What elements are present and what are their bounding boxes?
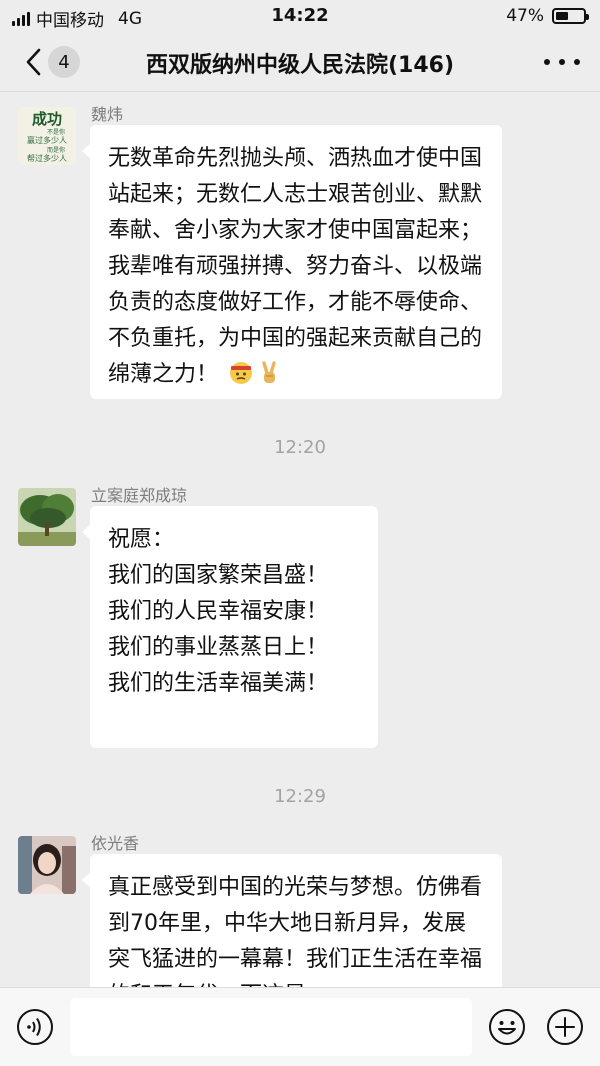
avatar-photo-image: [18, 836, 76, 894]
message-line: 我们的生活幸福美满！: [108, 671, 329, 696]
message-line: 我们的人民幸福安康！: [108, 599, 329, 624]
back-icon[interactable]: [18, 46, 48, 78]
input-bar: [0, 987, 600, 1066]
message-bubble[interactable]: 无数革命先烈抛头颅、洒热血才使中国站起来；无数仁人志士艰苦创业、默默奉献、舍小家…: [82, 125, 502, 399]
plus-icon[interactable]: [546, 1008, 584, 1046]
status-bar: 中国移动 4G 14:22 47%: [0, 0, 600, 32]
sender-name: 魏炜: [91, 105, 124, 124]
more-options-icon[interactable]: [544, 50, 580, 74]
avatar-text-line: 赢过多少人: [27, 135, 67, 145]
avatar-calligraphy-image: 成功 不是你 赢过多少人 而是你 帮过多少人: [18, 107, 76, 165]
message-bubble[interactable]: 祝愿： 我们的国家繁荣昌盛！ 我们的人民幸福安康！ 我们的事业蒸蒸日上！ 我们的…: [82, 506, 378, 748]
message-text: 无数革命先烈抛头颅、洒热血才使中国站起来；无数仁人志士艰苦创业、默默奉献、舍小家…: [108, 146, 483, 387]
status-right: 47%: [506, 6, 589, 26]
avatar[interactable]: 成功 不是你 赢过多少人 而是你 帮过多少人: [18, 107, 76, 165]
battery-percent: 47%: [506, 6, 544, 26]
battery-icon: [552, 8, 589, 24]
message-line: 我们的国家繁荣昌盛！: [108, 563, 329, 588]
determined-face-emoji: [229, 361, 253, 385]
avatar[interactable]: [18, 836, 76, 894]
avatar-text-line: 而是你: [47, 146, 65, 154]
avatar-tree-image: [18, 488, 76, 546]
victory-hand-emoji: [257, 361, 281, 385]
message-bubble[interactable]: 真正感受到中国的光荣与梦想。仿佛看到70年里，中华大地日新月异，发展突飞猛进的一…: [82, 854, 502, 987]
sender-name: 依光香: [91, 834, 140, 853]
message-list[interactable]: 成功 不是你 赢过多少人 而是你 帮过多少人 魏炜 无数革命先烈抛头颅、洒热血才…: [0, 93, 600, 987]
timestamp-separator: 12:20: [274, 437, 326, 458]
timestamp-separator: 12:29: [274, 786, 326, 807]
sender-name: 立案庭郑成琼: [91, 486, 188, 505]
avatar-text-line: 帮过多少人: [27, 153, 67, 163]
chat-header: 4 西双版纳州中级人民法院(146): [0, 32, 600, 92]
message-line: 我们的事业蒸蒸日上！: [108, 635, 329, 660]
message-text: 真正感受到中国的光荣与梦想。仿佛看到70年里，中华大地日新月异，发展突飞猛进的一…: [108, 875, 483, 987]
message-line: 祝愿：: [108, 527, 175, 552]
battery-fill: [556, 12, 569, 20]
message-input[interactable]: [70, 998, 472, 1056]
voice-icon[interactable]: [16, 1008, 54, 1046]
chat-title: 西双版纳州中级人民法院(146): [145, 53, 455, 78]
avatar-text-line: 不是你: [47, 128, 65, 136]
avatar[interactable]: [18, 488, 76, 546]
unread-count-badge[interactable]: 4: [48, 46, 80, 78]
avatar-text-line: 成功: [32, 110, 62, 128]
emoji-icon[interactable]: [488, 1008, 526, 1046]
